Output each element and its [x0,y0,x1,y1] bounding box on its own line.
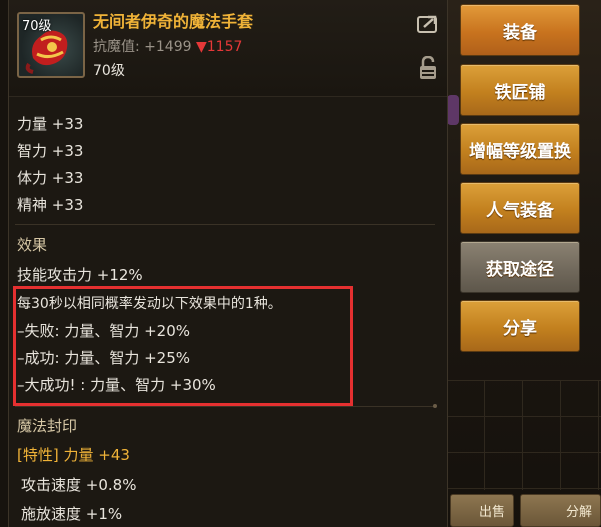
section-divider [15,224,435,225]
background-decoration [447,95,459,125]
item-tooltip: 70级 无间者伊奇的魔法手套 抗魔值: +1499 ▼1157 70级 力量 +… [8,0,448,527]
trait-value: 力量 +43 [58,446,130,464]
magic-seal-section-title: 魔法封印 [17,417,78,435]
section-divider [15,406,435,407]
amplify-swap-button[interactable]: 增幅等级置换 [460,123,580,175]
magic-resist-value: 抗魔值: +1499 [93,39,192,55]
stat-intelligence: 智力 +33 [17,142,84,160]
skill-attack-stat: 技能攻击力 +12% [17,266,143,284]
tooltip-header: 70级 无间者伊奇的魔法手套 抗魔值: +1499 ▼1157 70级 [9,0,447,97]
item-name: 无间者伊奇的魔法手套 [93,12,254,31]
trait-stat: [特性] 力量 +43 [17,444,130,465]
share-arrow-icon[interactable] [417,14,439,34]
cast-speed-stat: 施放速度 +1% [21,505,123,523]
blacksmith-button[interactable]: 铁匠铺 [460,64,580,116]
stat-strength: 力量 +33 [17,115,84,133]
effect-section-title: 效果 [17,236,48,254]
inventory-grid-background [446,380,601,490]
sell-button[interactable]: 出售 [450,494,514,527]
item-level-badge: 70级 [22,19,52,34]
magic-glove-icon: 70级 [17,12,85,78]
disassemble-button[interactable]: 分解 [520,494,601,527]
highlight-box [13,286,353,406]
obtain-route-button[interactable]: 获取途径 [460,241,580,293]
stat-spirit: 精神 +33 [17,196,84,214]
trait-tag: [特性] [17,446,59,464]
magic-resist-row: 抗魔值: +1499 ▼1157 [93,36,242,56]
attack-speed-stat: 攻击速度 +0.8% [21,476,137,494]
stat-vitality: 体力 +33 [17,169,84,187]
divider-dot [433,404,437,408]
popular-gear-button[interactable]: 人气装备 [460,182,580,234]
magic-resist-diff: 1157 [206,39,243,55]
item-level: 70级 [93,63,125,79]
share-button[interactable]: 分享 [460,300,580,352]
down-arrow-icon: ▼ [195,39,207,55]
padlock-icon[interactable] [418,55,438,80]
equip-button[interactable]: 装备 [460,4,580,56]
